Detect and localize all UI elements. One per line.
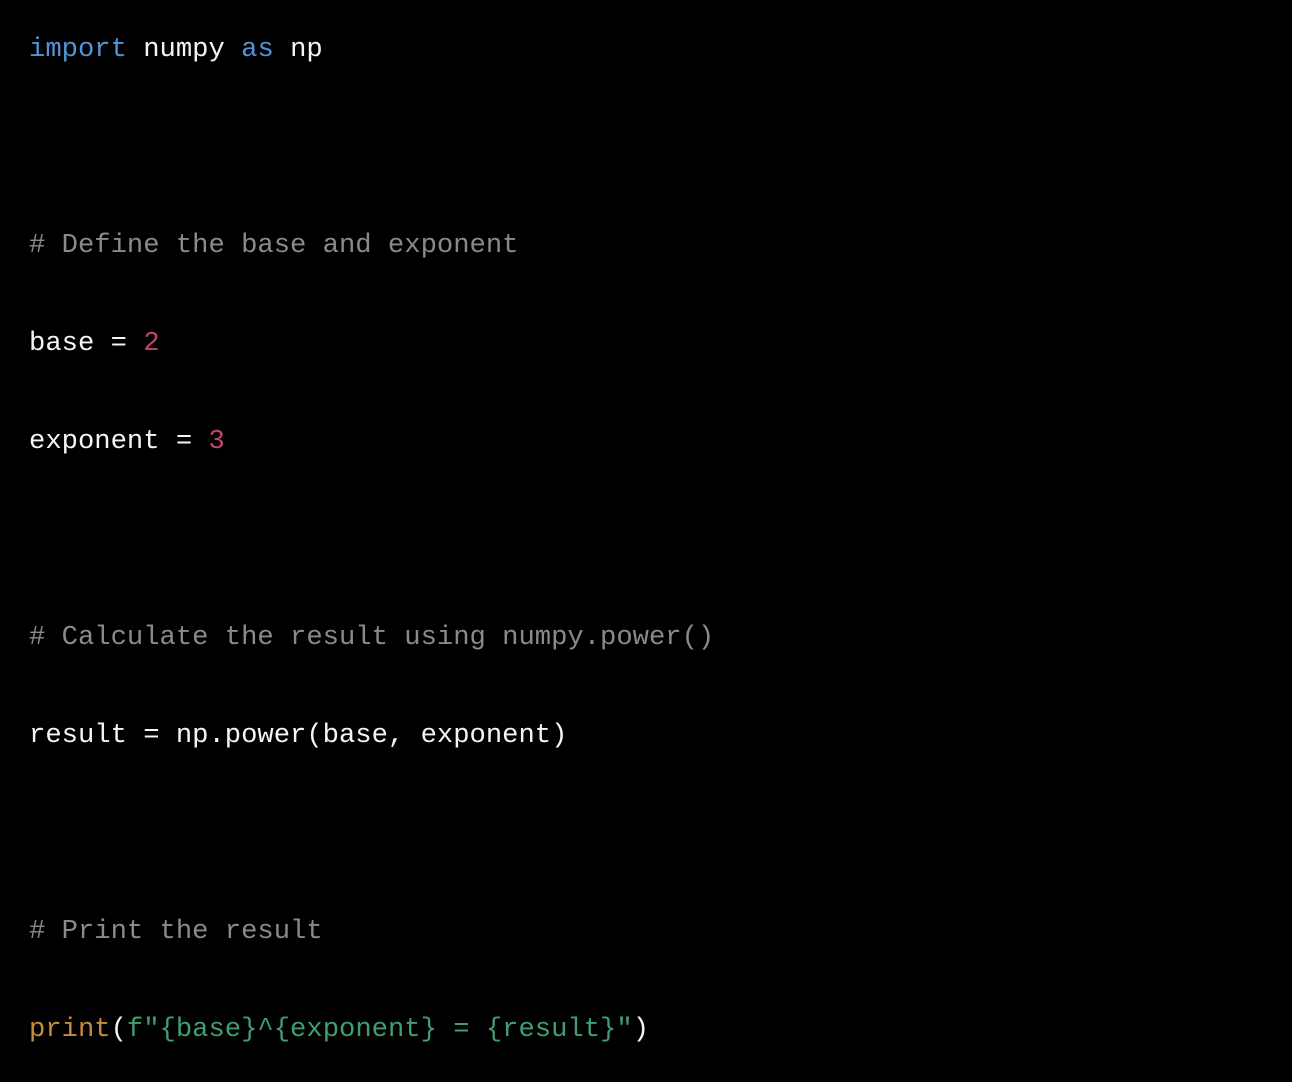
code-line: # Calculate the result using numpy.power…	[29, 614, 1292, 662]
code-token-comment: # Define the base and exponent	[29, 230, 519, 261]
code-token-comment: # Calculate the result using numpy.power…	[29, 622, 715, 653]
code-line: result = np.power(base, exponent)	[29, 712, 1292, 760]
code-token-keyword: as	[241, 34, 274, 65]
code-token-keyword: import	[29, 34, 127, 65]
code-line: # Print the result	[29, 908, 1292, 956]
code-block[interactable]: import numpy as np # Define the base and…	[29, 26, 1292, 1082]
code-line: print(f"{base}^{exponent} = {result}")	[29, 1006, 1292, 1054]
code-token-string: f"{base}^{exponent} = {result}"	[126, 1014, 633, 1045]
code-token-number: 2	[143, 328, 160, 359]
code-line	[29, 124, 1292, 172]
code-line: import numpy as np	[29, 26, 1292, 74]
code-token-plain: exponent =	[29, 426, 209, 457]
code-token-punct: (	[110, 1014, 127, 1045]
code-token-plain: np	[273, 34, 323, 65]
code-token-builtin: print	[29, 1014, 111, 1045]
code-content: import numpy as np # Define the base and…	[29, 26, 1292, 1054]
code-token-comment: # Print the result	[29, 916, 323, 947]
code-line: base = 2	[29, 320, 1292, 368]
code-token-plain: result = np.power(base, exponent)	[29, 720, 568, 751]
code-line	[29, 810, 1292, 858]
code-token-punct: )	[632, 1014, 650, 1045]
code-line	[29, 516, 1292, 564]
code-token-plain: numpy	[126, 34, 242, 65]
code-token-plain: base =	[29, 328, 144, 359]
code-line: # Define the base and exponent	[29, 222, 1292, 270]
code-editor-surface: import numpy as np # Define the base and…	[0, 0, 1292, 1045]
code-token-number: 3	[208, 426, 225, 457]
code-line: exponent = 3	[29, 418, 1292, 466]
